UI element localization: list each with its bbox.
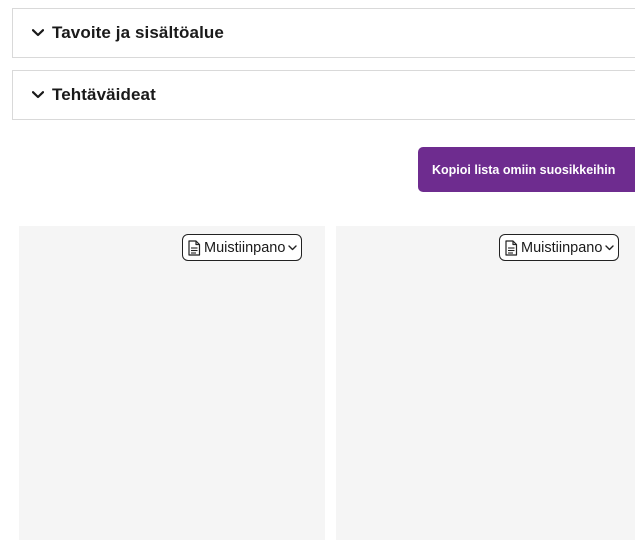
- chevron-down-icon: [604, 242, 615, 253]
- chevron-down-icon: [31, 88, 45, 102]
- accordion-title: Tehtäväideat: [52, 85, 156, 104]
- copy-list-to-favorites-button[interactable]: Kopioi lista omiin suosikkeihin: [418, 147, 635, 192]
- note-type-dropdown[interactable]: Muistiinpano: [182, 234, 303, 261]
- note-type-label: Muistiinpano: [521, 239, 603, 256]
- chevron-down-icon: [31, 26, 45, 40]
- note-card: Muistiinpano: [336, 226, 635, 540]
- accordion-tavoite-ja-sisaltoalue[interactable]: Tavoite ja sisältöalue: [12, 8, 635, 58]
- note-type-label: Muistiinpano: [204, 239, 286, 256]
- page: Tavoite ja sisältöalue Tehtäväideat Kopi…: [0, 0, 635, 540]
- accordion-tehtavaideat[interactable]: Tehtäväideat: [12, 70, 635, 120]
- note-type-dropdown[interactable]: Muistiinpano: [499, 234, 620, 261]
- accordion-title: Tavoite ja sisältöalue: [52, 23, 224, 42]
- note-card: Muistiinpano: [19, 226, 325, 540]
- document-icon: [187, 239, 201, 256]
- chevron-down-icon: [287, 242, 298, 253]
- document-icon: [504, 239, 518, 256]
